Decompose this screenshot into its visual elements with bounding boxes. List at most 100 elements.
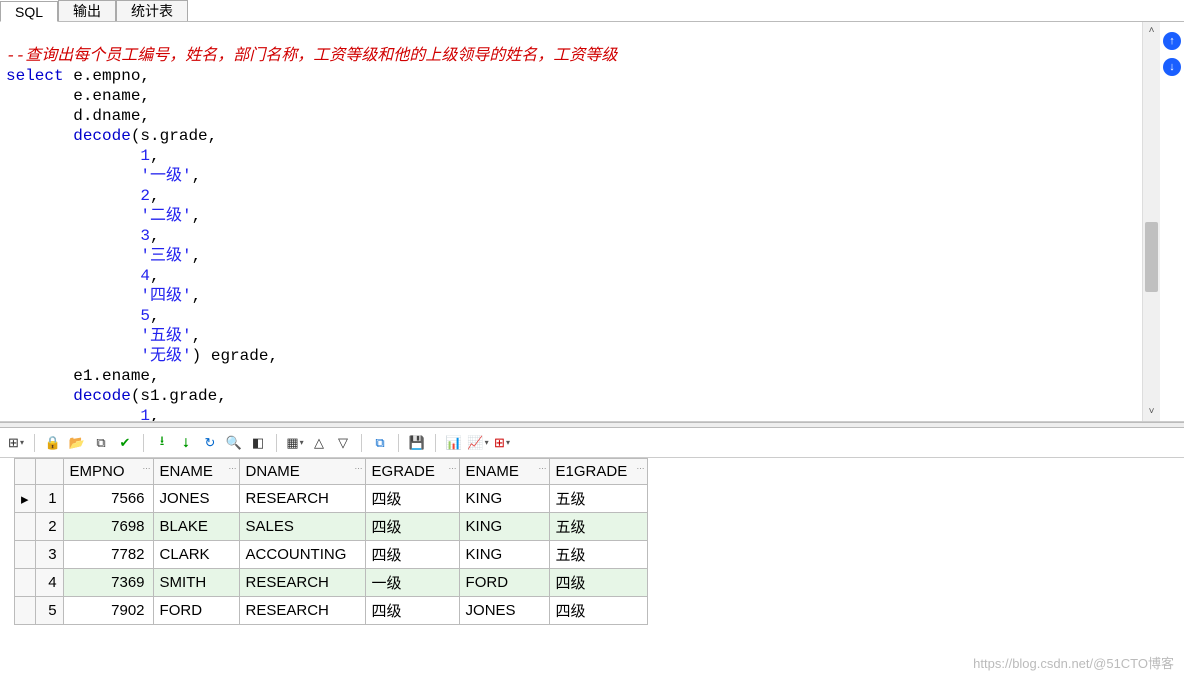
col-label: ENAME [466,463,519,480]
cell-empno[interactable]: 7566 [63,485,153,513]
cell-e1grade[interactable]: 四级 [549,597,647,625]
cell-e1grade[interactable]: 四级 [549,569,647,597]
cell-dname[interactable]: SALES [239,513,365,541]
cell-empno[interactable]: 7369 [63,569,153,597]
cell-dname[interactable]: ACCOUNTING [239,541,365,569]
chart-button[interactable]: 📈 [468,433,488,453]
code-line [6,287,140,305]
row-marker [15,541,36,569]
copy-button[interactable]: ⧉ [91,433,111,453]
col-ename2[interactable]: ENAME ⋯ [459,459,549,485]
col-dname[interactable]: DNAME⋯ [239,459,365,485]
cell-egrade[interactable]: 四级 [365,513,459,541]
code-line [6,147,140,165]
link-button[interactable]: ⧉ [370,433,390,453]
sort-icon[interactable]: ⋯ [449,464,457,473]
separator [435,434,436,452]
sort-icon[interactable]: ⋯ [229,464,237,473]
code-line [6,407,140,421]
cell-dname[interactable]: RESEARCH [239,597,365,625]
cell-egrade[interactable]: 四级 [365,597,459,625]
code-line: , [150,307,160,325]
sort-icon[interactable]: ⋯ [355,464,363,473]
code-line: d.dname, [6,107,150,125]
cell-ename[interactable]: FORD [153,597,239,625]
refresh-button[interactable]: ↻ [200,433,220,453]
header-row: EMPNO⋯ ENAME⋯ DNAME⋯ EGRADE⋯ ENAME⋯ E1GR… [15,459,648,485]
export-button[interactable]: ⊞ [492,433,512,453]
tab-stats[interactable]: 统计表 [116,0,188,21]
scroll-thumb[interactable] [1145,222,1158,292]
cell-empno[interactable]: 7782 [63,541,153,569]
cell-egrade[interactable]: 四级 [365,485,459,513]
table-row[interactable]: ▸17566JONESRESEARCH四级KING五级 [15,485,648,513]
kw-decode: decode [73,387,131,405]
last-row-button[interactable]: ▽ [333,433,353,453]
cell-ename2[interactable]: FORD [459,569,549,597]
fetch-all-button[interactable]: ⭳ [152,433,172,453]
open-button[interactable]: 📂 [67,433,87,453]
cell-ename[interactable]: SMITH [153,569,239,597]
table-row[interactable]: 57902FORDRESEARCH四级JONES四级 [15,597,648,625]
cell-e1grade[interactable]: 五级 [549,513,647,541]
table-row[interactable]: 27698BLAKESALES四级KING五级 [15,513,648,541]
cell-ename2[interactable]: JONES [459,597,549,625]
col-e1grade[interactable]: E1GRADE⋯ [549,459,647,485]
sort-icon[interactable]: ⋯ [637,464,645,473]
code-line: e.ename, [6,87,150,105]
cell-e1grade[interactable]: 五级 [549,485,647,513]
tab-sql[interactable]: SQL [0,1,58,22]
literal: 1 [140,407,150,421]
cell-ename2[interactable]: KING [459,541,549,569]
sort-icon[interactable]: ⋯ [539,464,547,473]
dashboard-button[interactable]: 📊 [444,433,464,453]
code-line: , [150,147,160,165]
cell-ename2[interactable]: KING [459,485,549,513]
row-marker [15,513,36,541]
result-grid[interactable]: EMPNO⋯ ENAME⋯ DNAME⋯ EGRADE⋯ ENAME⋯ E1GR… [14,458,648,625]
cell-ename[interactable]: JONES [153,485,239,513]
first-row-button[interactable]: △ [309,433,329,453]
cell-dname[interactable]: RESEARCH [239,569,365,597]
layout-button[interactable]: ▦ [285,433,305,453]
sort-icon[interactable]: ⋯ [143,464,151,473]
cell-ename2[interactable]: KING [459,513,549,541]
lock-button[interactable]: 🔒 [43,433,63,453]
nav-down-button[interactable]: ↓ [1163,58,1181,76]
grid-mode-button[interactable]: ⊞ [6,433,26,453]
col-empno[interactable]: EMPNO ⋯ [63,459,153,485]
scroll-up-icon[interactable]: ˄ [1143,22,1160,40]
code-line [6,187,140,205]
nav-up-button[interactable]: ↑ [1163,32,1181,50]
fetch-next-button[interactable]: ⭣ [176,433,196,453]
literal: 4 [140,267,150,285]
bookmark-button[interactable]: ◧ [248,433,268,453]
code-line: , [192,207,202,225]
code-line: (s.grade, [131,127,217,145]
cell-ename[interactable]: BLAKE [153,513,239,541]
cell-egrade[interactable]: 一级 [365,569,459,597]
code-line [6,327,140,345]
editor-scrollbar[interactable]: ˄ ˅ [1142,22,1160,421]
code-line: , [192,287,202,305]
cell-empno[interactable]: 7902 [63,597,153,625]
commit-button[interactable]: ✔ [115,433,135,453]
cell-ename[interactable]: CLARK [153,541,239,569]
scroll-down-icon[interactable]: ˅ [1143,403,1160,421]
sql-editor[interactable]: --查询出每个员工编号，姓名，部门名称，工资等级和他的上级领导的姓名，工资等级 … [0,22,1142,421]
table-row[interactable]: 37782CLARKACCOUNTING四级KING五级 [15,541,648,569]
table-row[interactable]: 47369SMITHRESEARCH一级FORD四级 [15,569,648,597]
row-marker-header [15,459,36,485]
cell-egrade[interactable]: 四级 [365,541,459,569]
save-button[interactable]: 💾 [407,433,427,453]
col-ename[interactable]: ENAME⋯ [153,459,239,485]
find-button[interactable]: 🔍 [224,433,244,453]
cell-e1grade[interactable]: 五级 [549,541,647,569]
col-label: EMPNO [70,463,125,480]
col-egrade[interactable]: EGRADE⋯ [365,459,459,485]
separator [276,434,277,452]
tab-output[interactable]: 输出 [58,0,116,21]
cell-empno[interactable]: 7698 [63,513,153,541]
literal: 5 [140,307,150,325]
cell-dname[interactable]: RESEARCH [239,485,365,513]
